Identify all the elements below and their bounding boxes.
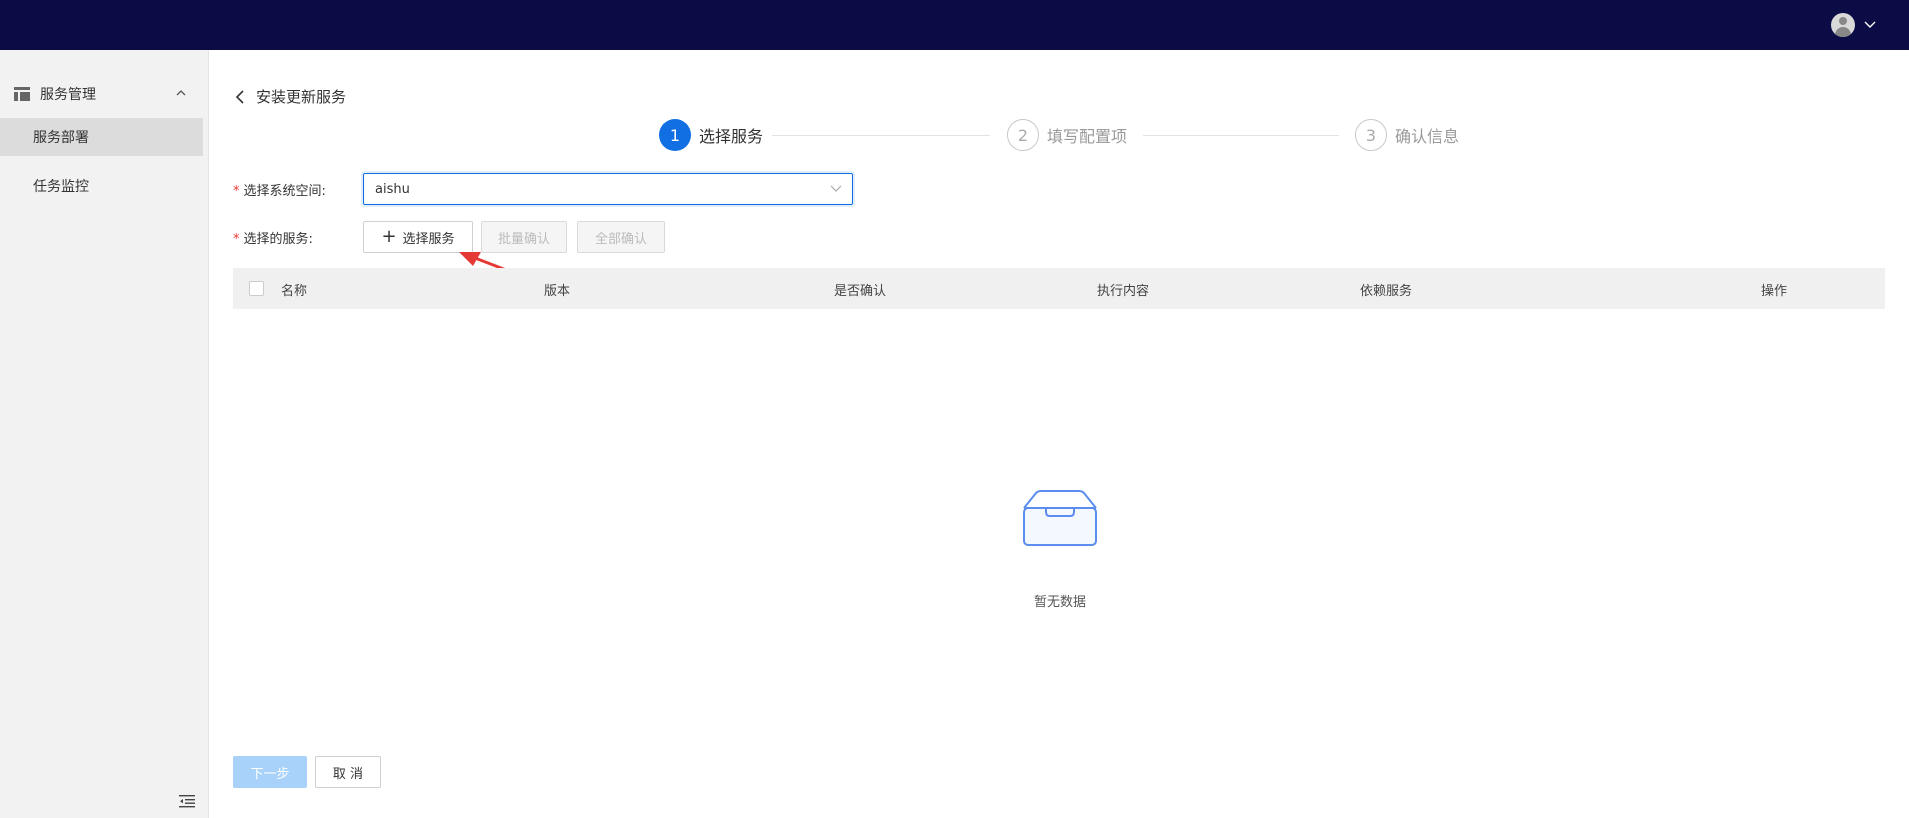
step-number: 1 — [659, 119, 691, 151]
system-space-value: aishu — [375, 181, 410, 197]
column-header: 版本 — [544, 284, 571, 299]
step-label: 选择服务 — [699, 127, 764, 146]
step-connector — [772, 135, 990, 136]
user-avatar-icon[interactable] — [1831, 13, 1855, 37]
step-3: 3 确认信息 — [1355, 119, 1459, 151]
next-step-button[interactable]: 下一步 — [233, 756, 307, 788]
table-icon — [14, 87, 30, 101]
page-header: 安装更新服务 — [234, 86, 346, 107]
sidebar-item-task-monitor[interactable]: 任务监控 — [0, 167, 203, 205]
step-1: 1 选择服务 — [659, 119, 763, 151]
column-header: 依赖服务 — [1360, 284, 1413, 299]
top-bar — [0, 0, 1909, 50]
step-number: 3 — [1355, 119, 1387, 151]
empty-inbox-icon — [985, 490, 1135, 565]
chevron-left-icon[interactable] — [234, 89, 246, 104]
chevron-up-icon[interactable] — [175, 87, 187, 99]
column-header: 名称 — [281, 284, 308, 299]
column-header: 执行内容 — [1097, 284, 1150, 299]
column-header: 操作 — [1761, 284, 1788, 299]
sidebar-group-service-management[interactable]: 服务管理 — [0, 78, 209, 110]
system-space-label: * 选择系统空间: — [233, 184, 326, 199]
user-menu[interactable] — [1831, 13, 1877, 37]
table-header: 名称 版本 是否确认 执行内容 依赖服务 操作 — [233, 268, 1885, 309]
select-all-checkbox[interactable] — [249, 281, 264, 296]
column-header: 是否确认 — [834, 284, 887, 299]
page-title: 安装更新服务 — [256, 88, 347, 106]
chevron-down-icon[interactable] — [1863, 18, 1877, 32]
cancel-button[interactable]: 取 消 — [315, 756, 381, 788]
sidebar-group-label: 服务管理 — [40, 87, 96, 103]
step-2: 2 填写配置项 — [1007, 119, 1127, 151]
sidebar: 服务管理 服务部署 任务监控 — [0, 50, 209, 818]
step-label: 填写配置项 — [1047, 127, 1128, 146]
system-space-select[interactable]: aishu — [363, 173, 853, 205]
chevron-down-icon — [830, 185, 842, 192]
confirm-all-button[interactable]: 全部确认 — [577, 221, 665, 253]
collapse-menu-icon[interactable] — [179, 794, 195, 808]
step-connector — [1143, 135, 1339, 136]
step-label: 确认信息 — [1395, 127, 1460, 146]
selected-services-label: * 选择的服务: — [233, 232, 313, 247]
sidebar-item-service-deploy[interactable]: 服务部署 — [0, 118, 203, 156]
plus-icon: + — [381, 226, 397, 247]
empty-state-text: 暂无数据 — [1033, 595, 1086, 610]
step-number: 2 — [1007, 119, 1039, 151]
